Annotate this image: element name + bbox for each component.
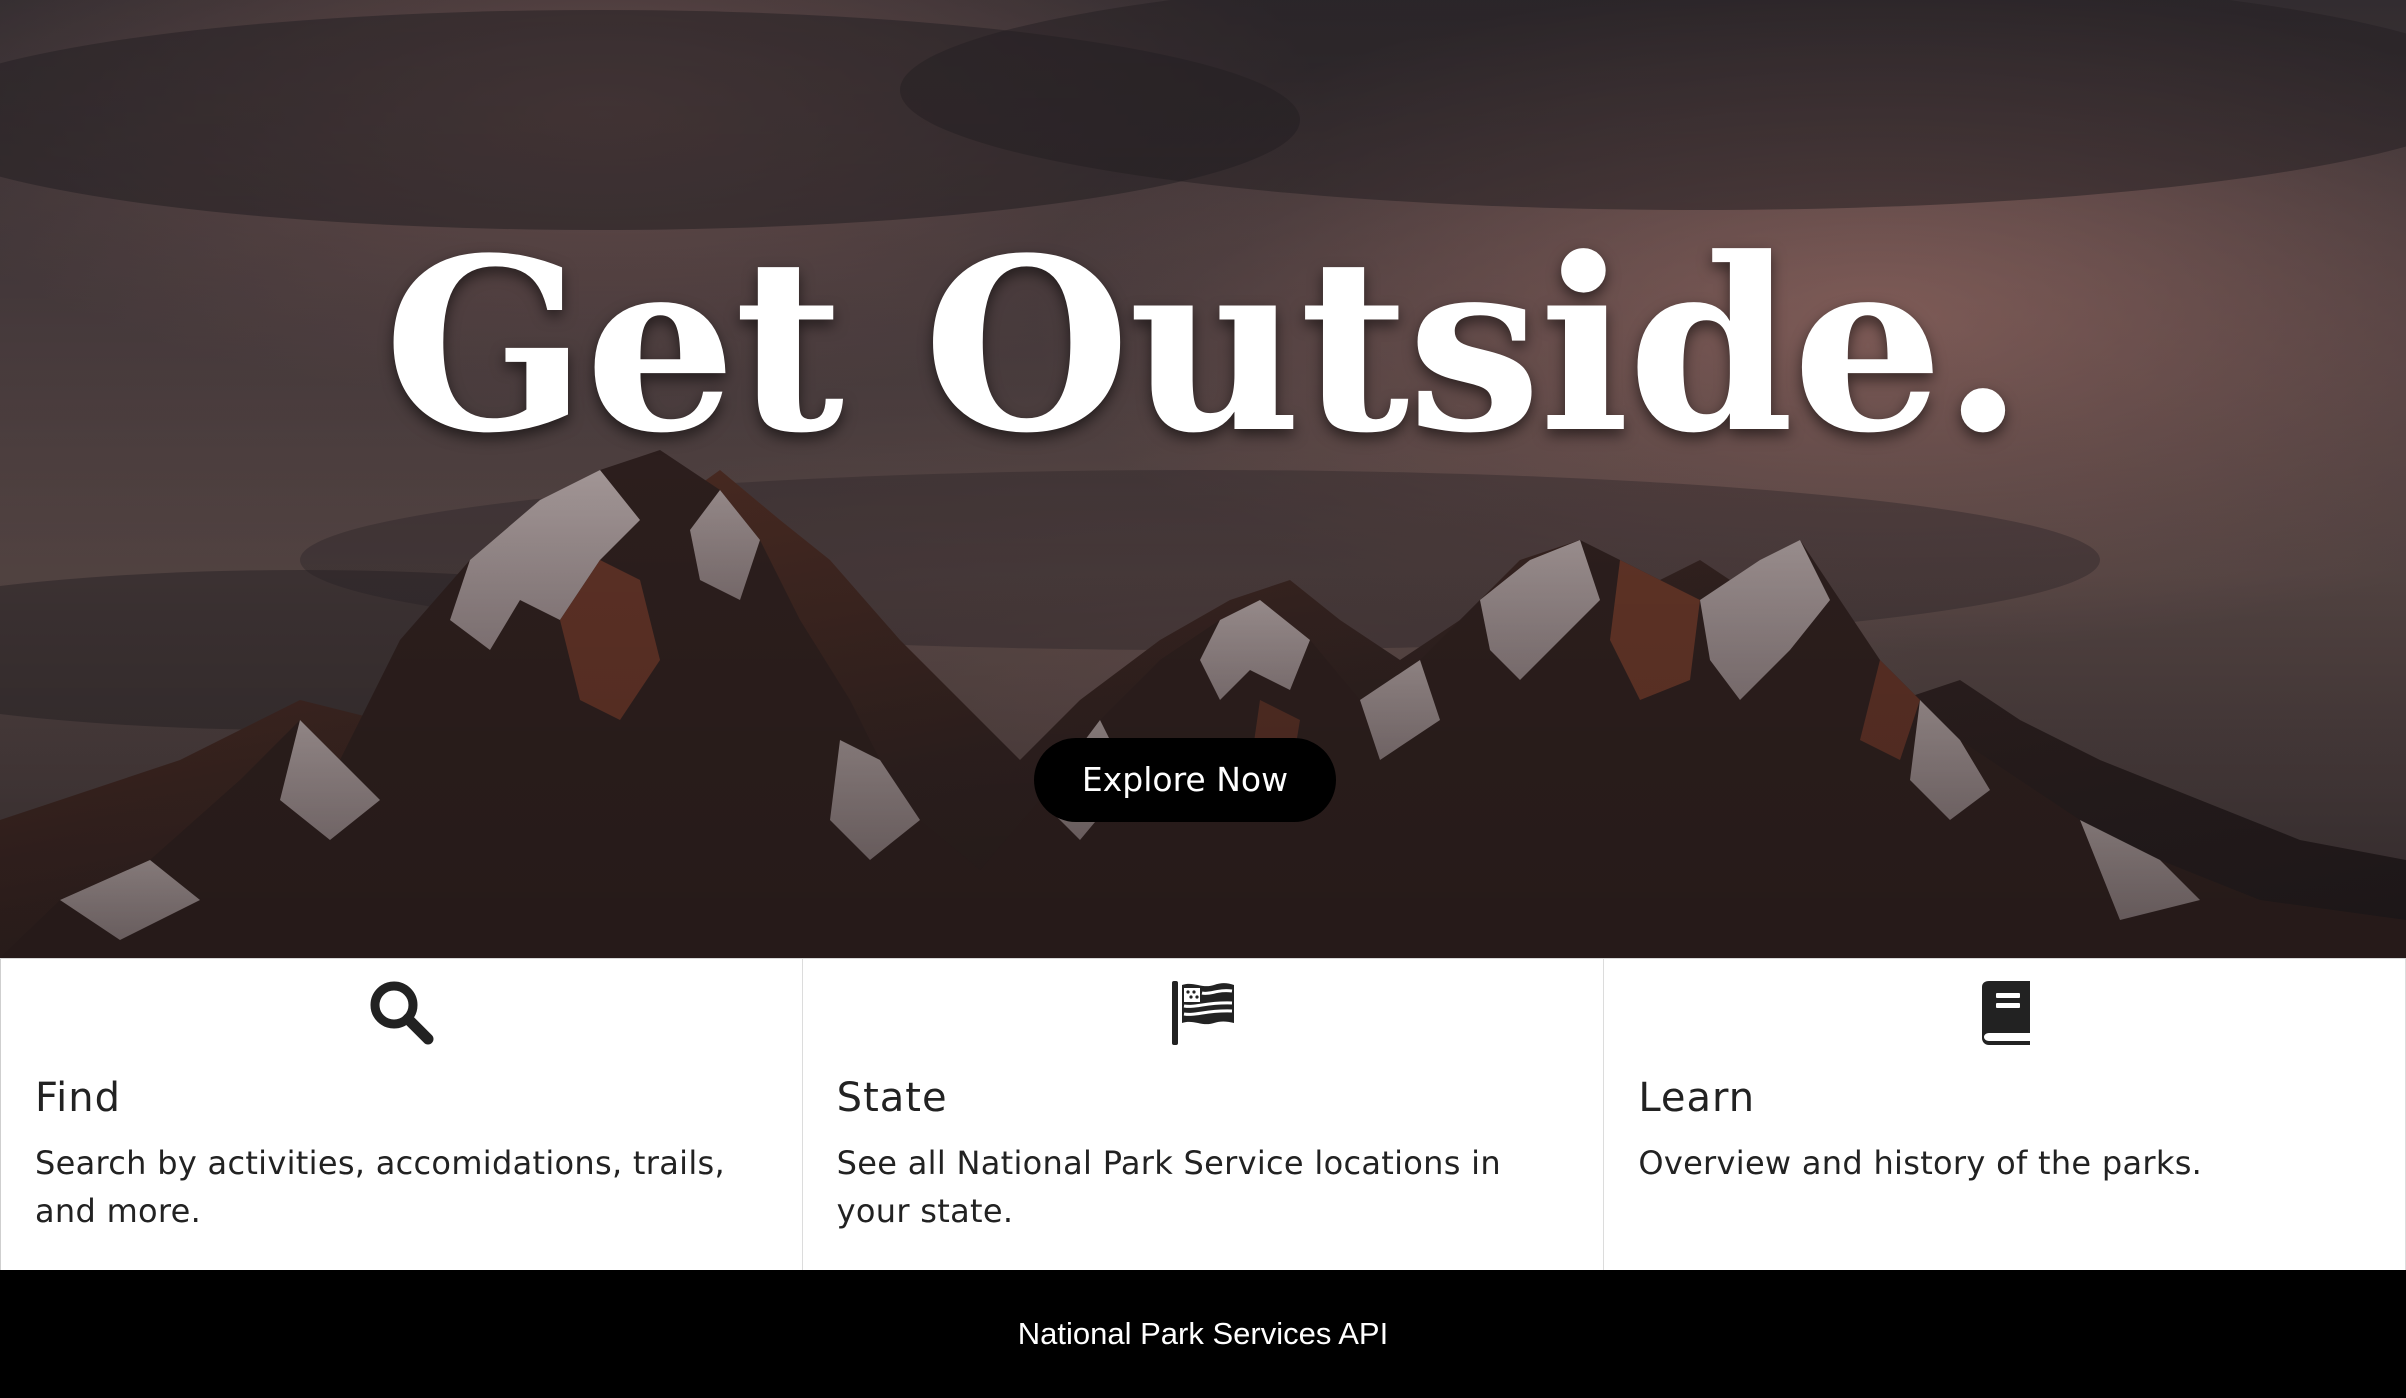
card-title: Learn — [1638, 1075, 1756, 1121]
feature-cards: Find Search by activities, accomidations… — [0, 958, 2406, 1271]
card-title: Find — [35, 1075, 121, 1121]
card-learn[interactable]: Learn Overview and history of the parks. — [1604, 959, 2406, 1271]
card-find[interactable]: Find Search by activities, accomidations… — [0, 959, 803, 1271]
card-description: See all National Park Service locations … — [836, 1144, 1501, 1230]
book-icon — [1970, 977, 2040, 1047]
card-description: Search by activities, accomidations, tra… — [35, 1144, 725, 1230]
hero-title: Get Outside. — [383, 207, 2025, 486]
flag-icon — [1168, 977, 1238, 1047]
card-description: Overview and history of the parks. — [1638, 1144, 2203, 1182]
card-state[interactable]: State See all National Park Service loca… — [802, 959, 1605, 1271]
footer: National Park Services API — [0, 1270, 2406, 1398]
explore-now-button[interactable]: Explore Now — [1034, 738, 1336, 822]
card-title: State — [836, 1075, 948, 1121]
hero-section: Get Outside. Explore Now — [0, 0, 2406, 958]
search-icon — [366, 977, 436, 1047]
footer-text: National Park Services API — [1017, 1316, 1389, 1351]
